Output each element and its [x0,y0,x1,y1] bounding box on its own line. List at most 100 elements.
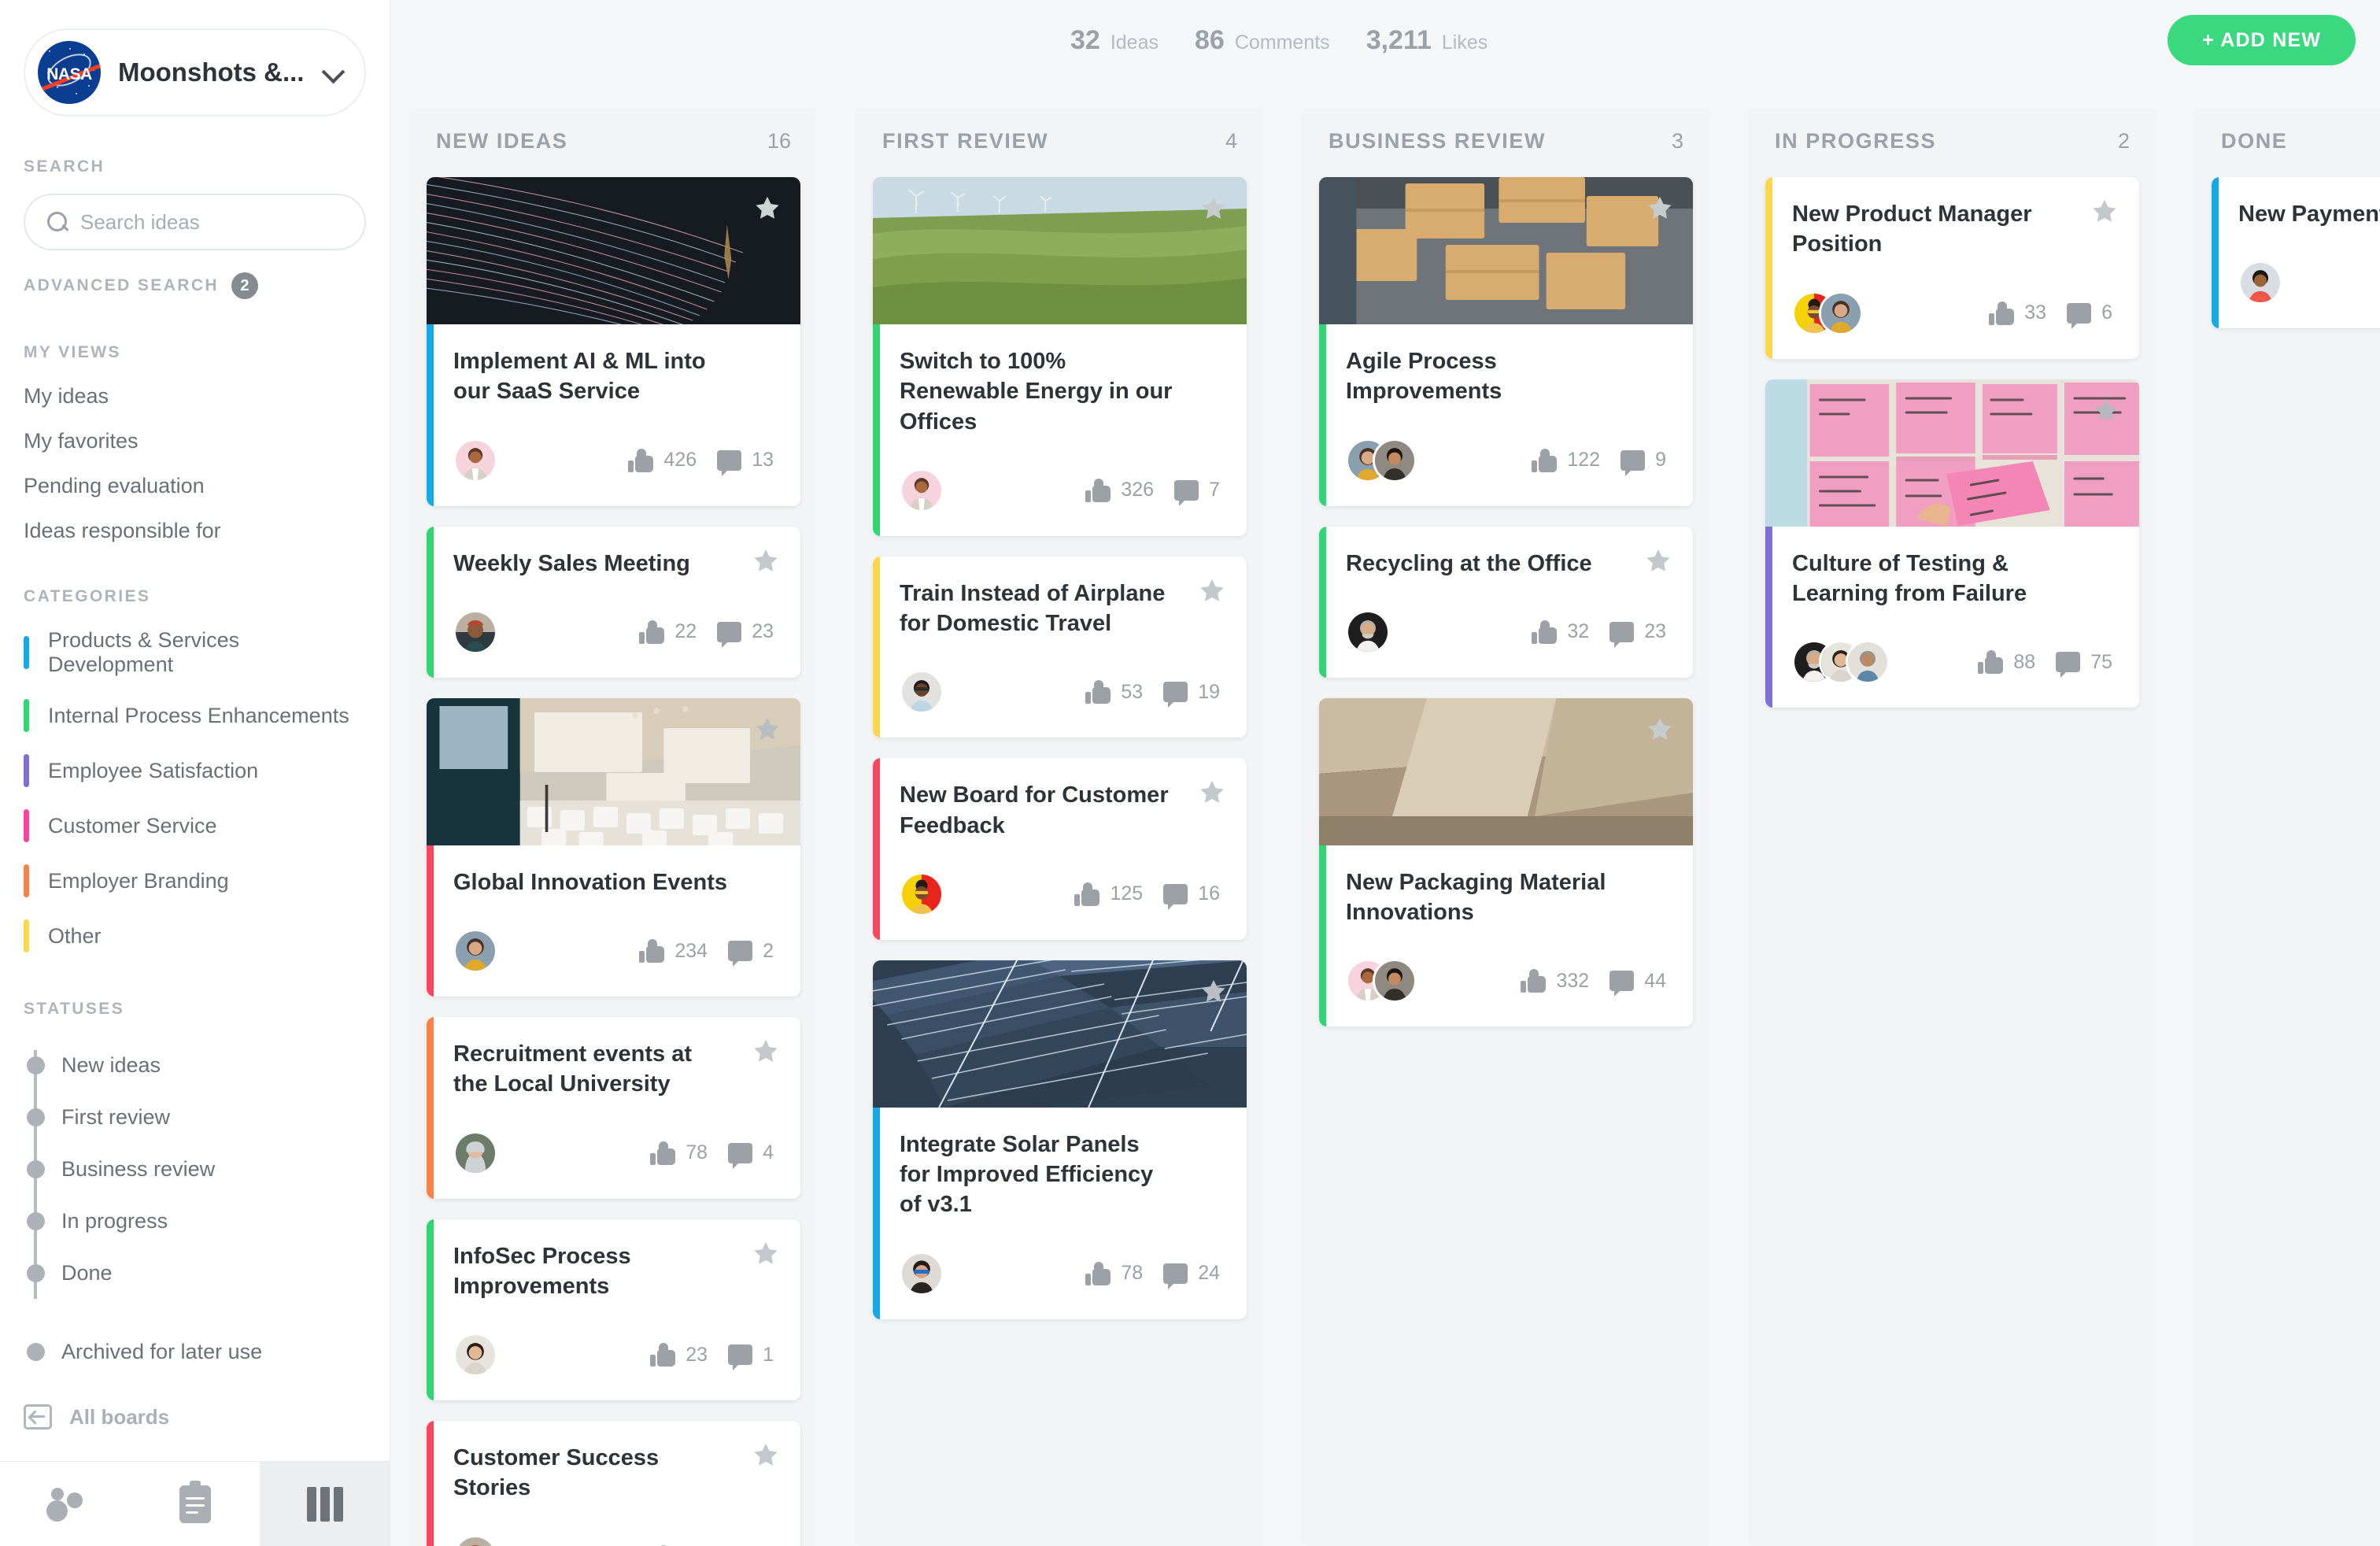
sidebar-category-products-services[interactable]: Products & Services Development [24,628,366,677]
favorite-star-icon[interactable] [752,1037,780,1065]
sidebar-status-new-ideas[interactable]: New ideas [24,1039,366,1091]
chevron-down-icon[interactable] [323,62,344,83]
sidebar-category-internal-process[interactable]: Internal Process Enhancements [24,699,366,732]
comment-metric[interactable]: 6 [2067,301,2112,329]
idea-card[interactable]: Agile Process Improvements 122 9 [1319,177,1693,506]
comment-metric[interactable]: 44 [1609,969,1666,997]
card-metrics: 426 13 [628,448,774,476]
avatar-stack [453,1534,497,1546]
like-metric[interactable]: 23 [650,1343,708,1367]
like-metric[interactable]: 78 [1085,1261,1143,1285]
sidebar-status-first-review[interactable]: First review [24,1091,366,1143]
comment-metric[interactable]: 7 [1174,479,1220,506]
sidebar-status-business-review[interactable]: Business review [24,1143,366,1195]
like-metric[interactable]: 234 [639,939,708,963]
favorite-star-icon[interactable] [752,1240,780,1267]
favorite-star-icon[interactable] [2092,397,2120,424]
card-image [873,960,1247,1108]
comment-metric[interactable]: 24 [1163,1262,1220,1289]
favorite-star-icon[interactable] [752,1441,780,1469]
sidebar-category-employee-satisfaction[interactable]: Employee Satisfaction [24,754,366,787]
all-boards-link[interactable]: All boards [0,1378,390,1456]
card-metrics: 78 24 [1085,1261,1220,1289]
comment-metric[interactable]: 16 [1163,882,1220,910]
category-color-swatch [24,864,29,897]
idea-card[interactable]: Implement AI & ML into our SaaS Service [427,177,800,506]
like-metric[interactable]: 326 [1085,478,1154,502]
comment-metric[interactable]: 9 [1621,449,1666,476]
search-box[interactable] [24,194,366,250]
idea-card[interactable]: Switch to 100% Renewable Energy in our O… [873,177,1247,536]
tab-kanban-view[interactable] [260,1462,390,1546]
like-metric[interactable]: 33 [1989,301,2046,325]
search-input[interactable] [80,209,344,235]
like-metric[interactable]: 78 [650,1141,708,1165]
comment-count: 44 [1644,969,1666,992]
sidebar-item-my-ideas[interactable]: My ideas [24,386,366,407]
add-new-button[interactable]: + ADD NEW [2168,15,2356,65]
tab-bubble-view[interactable] [0,1462,130,1546]
comment-metric[interactable]: 23 [1609,620,1666,648]
comment-metric[interactable]: 13 [717,449,774,476]
sidebar-status-done[interactable]: Done [24,1247,366,1299]
favorite-star-icon[interactable] [1644,547,1672,575]
idea-card[interactable]: Recycling at the Office 32 23 [1319,526,1693,678]
idea-card[interactable]: New Board for Customer Feedback 125 16 [873,758,1247,940]
like-metric[interactable]: 88 [1978,650,2035,675]
favorite-star-icon[interactable] [753,716,782,743]
advanced-search-toggle[interactable]: ADVANCED SEARCH 2 [24,272,366,299]
comment-metric[interactable]: 23 [717,620,774,648]
favorite-star-icon[interactable] [1199,194,1228,222]
favorite-star-icon[interactable] [1198,779,1226,806]
sidebar-item-my-favorites[interactable]: My favorites [24,431,366,452]
idea-card[interactable]: Train Instead of Airplane for Domestic T… [873,556,1247,738]
card-body: Customer Success Stories [427,1421,800,1546]
comment-metric[interactable]: 1 [728,1344,774,1371]
card-list: Switch to 100% Renewable Energy in our O… [856,177,1264,1319]
idea-card[interactable]: Culture of Testing & Learning from Failu… [1765,379,2139,708]
like-metric[interactable]: 22 [639,620,697,644]
like-metric[interactable]: 426 [628,448,697,472]
idea-card[interactable]: Recruitment events at the Local Universi… [427,1017,800,1199]
idea-card[interactable]: New Payment System [2212,177,2380,329]
sidebar-item-pending-evaluation[interactable]: Pending evaluation [24,475,366,497]
comment-metric[interactable]: 19 [1163,681,1220,708]
clipboard-icon [179,1480,211,1523]
idea-card[interactable]: InfoSec Process Improvements 23 1 [427,1219,800,1401]
favorite-star-icon[interactable] [1198,577,1226,605]
sidebar-status-archived[interactable]: Archived for later use [24,1326,366,1378]
favorite-star-icon[interactable] [1646,194,1674,222]
card-accent-bar [427,845,434,997]
idea-card[interactable]: Global Innovation Events 234 2 [427,697,800,997]
sidebar-item-ideas-responsible-for[interactable]: Ideas responsible for [24,520,366,542]
sidebar-category-customer-service[interactable]: Customer Service [24,809,366,842]
like-metric[interactable]: 122 [1532,448,1600,472]
comment-metric[interactable]: 4 [728,1141,774,1169]
favorite-star-icon[interactable] [1646,716,1674,743]
favorite-star-icon[interactable] [752,547,780,575]
idea-card[interactable]: New Product Manager Position 33 6 [1765,177,2139,359]
sidebar-status-in-progress[interactable]: In progress [24,1195,366,1247]
idea-card[interactable]: Integrate Solar Panels for Improved Effi… [873,960,1247,1319]
column-title: BUSINESS REVIEW [1329,129,1547,153]
sidebar-category-employer-branding[interactable]: Employer Branding [24,864,366,897]
comment-metric[interactable]: 75 [2056,651,2112,679]
favorite-star-icon[interactable] [1199,978,1228,1005]
idea-card[interactable]: Customer Success Stories [427,1421,800,1546]
card-metrics: 32 23 [1532,620,1666,648]
idea-card[interactable]: New Packaging Material Innovations 332 4… [1319,697,1693,1027]
like-metric[interactable]: 53 [1085,680,1143,705]
favorite-star-icon[interactable] [753,194,782,222]
avatar [453,1333,497,1378]
favorite-star-icon[interactable] [2090,198,2119,225]
idea-card[interactable]: Weekly Sales Meeting 22 23 [427,526,800,678]
tab-list-view[interactable] [130,1462,260,1546]
sidebar-category-other[interactable]: Other [24,919,366,952]
card-title: Switch to 100% Renewable Energy in our O… [900,349,1173,435]
like-metric[interactable]: 125 [1074,882,1143,906]
board-switcher[interactable]: NASA Moonshots &... [24,28,366,117]
comment-metric[interactable]: 2 [728,940,774,967]
column-count: 4 [1225,129,1237,153]
like-metric[interactable]: 332 [1521,969,1589,993]
like-metric[interactable]: 32 [1532,620,1589,644]
